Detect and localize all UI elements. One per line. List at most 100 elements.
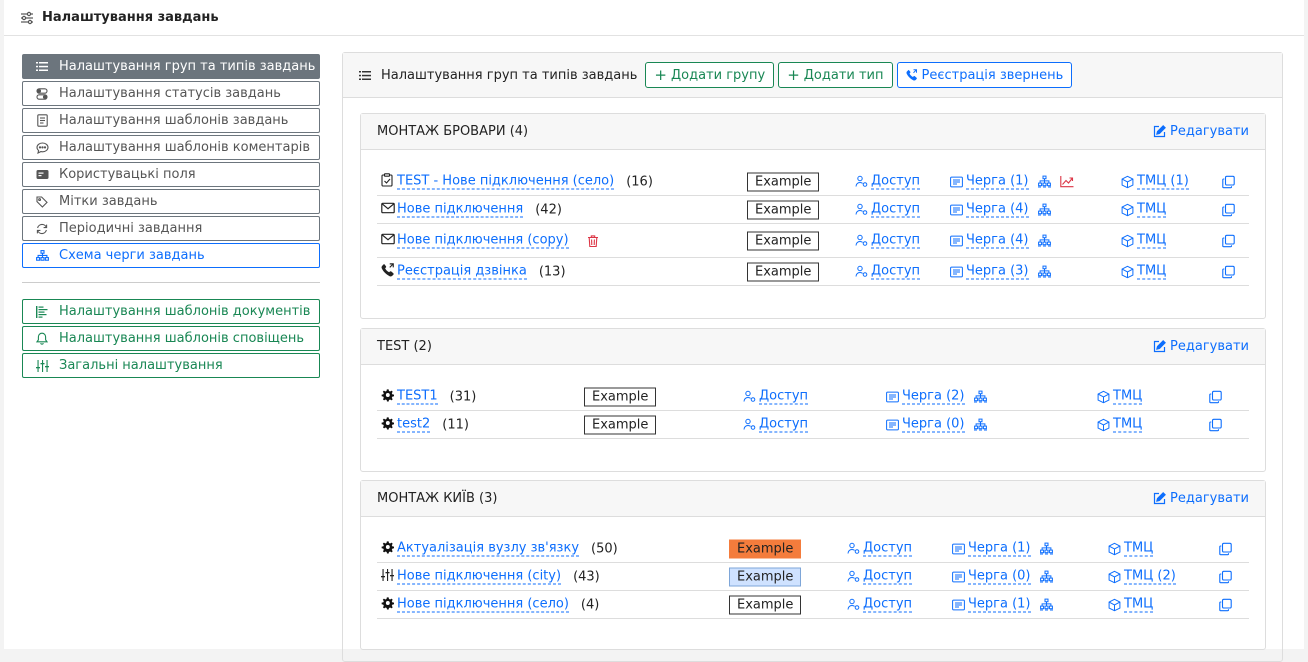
- example-badge[interactable]: Example: [584, 415, 656, 434]
- access-link[interactable]: Доступ: [847, 569, 912, 584]
- access-link[interactable]: Доступ: [847, 597, 912, 612]
- example-badge[interactable]: Example: [747, 172, 819, 191]
- tmc-link[interactable]: ТМЦ: [1121, 264, 1166, 279]
- copy-icon[interactable]: [1222, 203, 1235, 216]
- tmc-link[interactable]: ТМЦ: [1097, 417, 1142, 432]
- copy-icon[interactable]: [1209, 418, 1222, 431]
- user-access-icon: [855, 204, 868, 216]
- access-link[interactable]: Доступ: [743, 389, 808, 404]
- sidebar-item-0[interactable]: Налаштування груп та типів завдань: [22, 54, 320, 79]
- queue-diagram-icon[interactable]: [1038, 176, 1051, 188]
- queue-link[interactable]: Черга (0): [886, 417, 987, 432]
- queue-link[interactable]: Черга (0): [952, 569, 1053, 584]
- queue-icon: [950, 266, 963, 277]
- queue-link[interactable]: Черга (1): [952, 541, 1053, 556]
- tmc-link[interactable]: ТМЦ (2): [1108, 569, 1176, 584]
- tmc-link[interactable]: ТМЦ: [1121, 233, 1166, 248]
- tmc-link[interactable]: ТМЦ: [1108, 541, 1153, 556]
- sidebar-item-6[interactable]: Періодичні завдання: [22, 216, 320, 241]
- queue-diagram-icon[interactable]: [1040, 599, 1053, 611]
- access-link[interactable]: Доступ: [855, 174, 920, 189]
- register-requests-button[interactable]: Реєстрація звернень: [897, 62, 1073, 88]
- copy-icon[interactable]: [1222, 175, 1235, 188]
- edit-group-button[interactable]: Редагувати: [1153, 124, 1249, 139]
- access-link[interactable]: Доступ: [855, 264, 920, 279]
- task-type-link[interactable]: Нове підключення: [397, 202, 523, 217]
- copy-icon[interactable]: [1209, 390, 1222, 403]
- sidebar-secondary-item-2[interactable]: Загальні налаштування: [22, 353, 320, 378]
- queue-diagram-icon[interactable]: [1038, 204, 1051, 216]
- task-group-card: TEST (2)РедагуватиTEST1(31)ExampleДоступ…: [360, 328, 1266, 472]
- copy-icon[interactable]: [1219, 570, 1232, 583]
- copy-icon[interactable]: [1219, 542, 1232, 555]
- group-header: МОНТАЖ БРОВАРИ (4)Редагувати: [361, 114, 1265, 150]
- example-badge[interactable]: Example: [747, 200, 819, 219]
- add-type-button[interactable]: +Додати тип: [778, 62, 892, 88]
- sidebar-item-label: Налаштування шаблонів сповіщень: [59, 331, 304, 346]
- task-type-row: Нове підключення (село)(4)ExampleДоступЧ…: [377, 591, 1249, 619]
- tmc-link[interactable]: ТМЦ: [1097, 389, 1142, 404]
- example-badge[interactable]: Example: [747, 262, 819, 281]
- copy-icon[interactable]: [1222, 234, 1235, 247]
- queue-diagram-icon[interactable]: [1038, 266, 1051, 278]
- access-link[interactable]: Доступ: [743, 417, 808, 432]
- sidebar-item-3[interactable]: Налаштування шаблонів коментарів: [22, 135, 320, 160]
- task-type-link[interactable]: TEST - Нове підключення (село): [397, 174, 614, 189]
- task-type-link[interactable]: test2: [397, 417, 430, 432]
- group-header: МОНТАЖ КИЇВ (3)Редагувати: [361, 481, 1265, 517]
- chat-icon: [36, 142, 49, 154]
- queue-icon: [886, 391, 899, 402]
- access-link[interactable]: Доступ: [855, 202, 920, 217]
- user-access-icon: [855, 266, 868, 278]
- example-badge[interactable]: Example: [747, 231, 819, 250]
- sidebar-item-4[interactable]: Користувацькі поля: [22, 162, 320, 187]
- chart-icon[interactable]: [1060, 176, 1074, 188]
- queue-link[interactable]: Черга (3): [950, 264, 1051, 279]
- sidebar-secondary-item-0[interactable]: Налаштування шаблонів документів: [22, 299, 320, 324]
- queue-link[interactable]: Черга (2): [886, 389, 987, 404]
- task-type-link[interactable]: Нове підключення (copy): [397, 233, 569, 248]
- copy-icon[interactable]: [1222, 265, 1235, 278]
- add-group-button[interactable]: +Додати групу: [645, 62, 774, 88]
- trash-icon[interactable]: [587, 234, 599, 247]
- user-access-icon: [847, 599, 860, 611]
- copy-icon[interactable]: [1219, 598, 1232, 611]
- sidebar-item-7[interactable]: Схема черги завдань: [22, 243, 320, 268]
- tmc-link[interactable]: ТМЦ: [1108, 597, 1153, 612]
- sidebar-secondary-item-1[interactable]: Налаштування шаблонів сповіщень: [22, 326, 320, 351]
- queue-link[interactable]: Черга (1): [952, 597, 1053, 612]
- example-badge[interactable]: Example: [729, 539, 801, 558]
- task-count: (11): [442, 417, 469, 432]
- access-link[interactable]: Доступ: [847, 541, 912, 556]
- tmc-link[interactable]: ТМЦ (1): [1121, 174, 1189, 189]
- sidebar-item-2[interactable]: Налаштування шаблонів завдань: [22, 108, 320, 133]
- gear-icon: [381, 416, 394, 429]
- task-type-link[interactable]: Актуалізація вузлу зв'язку: [397, 541, 579, 556]
- tmc-link[interactable]: ТМЦ: [1121, 202, 1166, 217]
- task-group-card: МОНТАЖ БРОВАРИ (4)Редагувати TEST - Нове …: [360, 113, 1266, 319]
- task-type-link[interactable]: Нове підключення (city): [397, 569, 561, 584]
- example-badge[interactable]: Example: [729, 567, 801, 586]
- queue-link[interactable]: Черга (4): [950, 202, 1051, 217]
- edit-group-button[interactable]: Редагувати: [1153, 339, 1249, 354]
- example-badge[interactable]: Example: [729, 595, 801, 614]
- example-badge[interactable]: Example: [584, 387, 656, 406]
- task-type-link[interactable]: Нове підключення (село): [397, 597, 569, 612]
- queue-diagram-icon[interactable]: [974, 419, 987, 431]
- queue-link[interactable]: Черга (1): [950, 174, 1074, 189]
- sidebar-item-1[interactable]: Налаштування статусів завдань: [22, 81, 320, 106]
- task-type-link[interactable]: Реєстрація дзвінка: [397, 264, 527, 279]
- settings-panel: Налаштування груп та типів завдань +Дода…: [342, 52, 1283, 662]
- user-access-icon: [847, 571, 860, 583]
- sidebar-item-5[interactable]: Мітки завдань: [22, 189, 320, 214]
- task-type-link[interactable]: TEST1: [397, 389, 438, 404]
- queue-diagram-icon[interactable]: [974, 391, 987, 403]
- queue-diagram-icon[interactable]: [1038, 235, 1051, 247]
- edit-group-button[interactable]: Редагувати: [1153, 491, 1249, 506]
- queue-diagram-icon[interactable]: [1040, 571, 1053, 583]
- page-body: Налаштування груп та типів завданьНалашт…: [4, 36, 1304, 649]
- queue-diagram-icon[interactable]: [1040, 543, 1053, 555]
- bell-icon: [36, 332, 48, 345]
- queue-link[interactable]: Черга (4): [950, 233, 1051, 248]
- access-link[interactable]: Доступ: [855, 233, 920, 248]
